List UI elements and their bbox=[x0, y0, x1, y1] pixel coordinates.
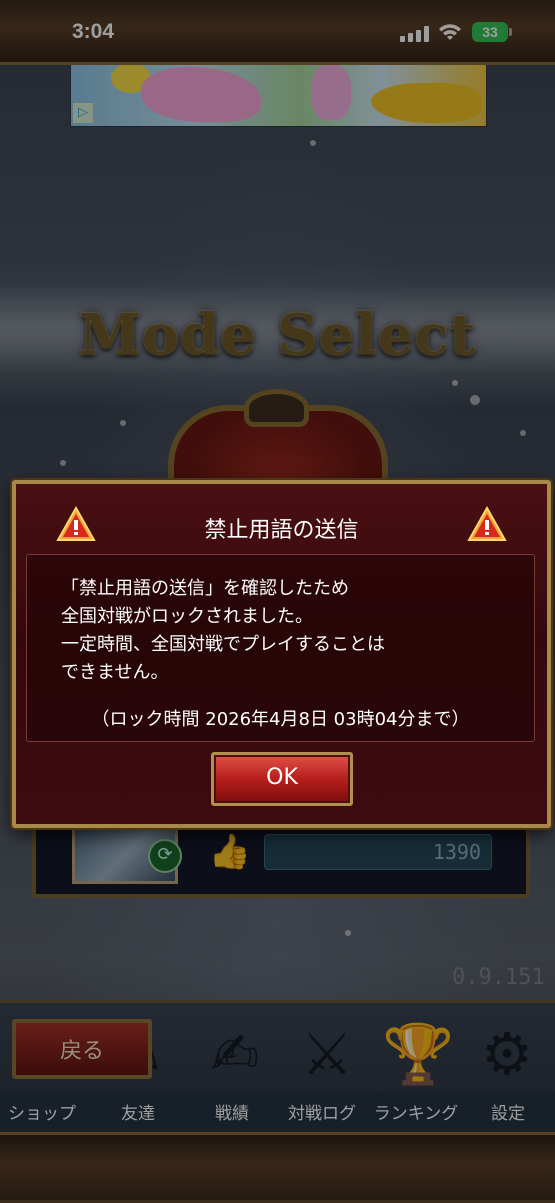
message-line: 一定時間、全国対戦でプレイすることは bbox=[61, 634, 385, 655]
dialog-title: 禁止用語の送信 bbox=[204, 518, 359, 543]
message-line: 全国対戦がロックされました。 bbox=[61, 606, 313, 627]
lock-dialog: 禁止用語の送信 「禁止用語の送信」を確認したため 全国対戦がロックされました。 … bbox=[12, 480, 551, 828]
message-line: できません。 bbox=[61, 662, 169, 683]
dialog-message: 「禁止用語の送信」を確認したため 全国対戦がロックされました。 一定時間、全国対… bbox=[61, 575, 385, 687]
ok-button[interactable]: OK bbox=[211, 752, 353, 806]
dialog-message-box: 「禁止用語の送信」を確認したため 全国対戦がロックされました。 一定時間、全国対… bbox=[26, 554, 535, 742]
lock-time-text: （ロック時間 2026年4月8日 03時04分まで） bbox=[91, 709, 470, 730]
message-line: 「禁止用語の送信」を確認したため bbox=[61, 578, 349, 599]
